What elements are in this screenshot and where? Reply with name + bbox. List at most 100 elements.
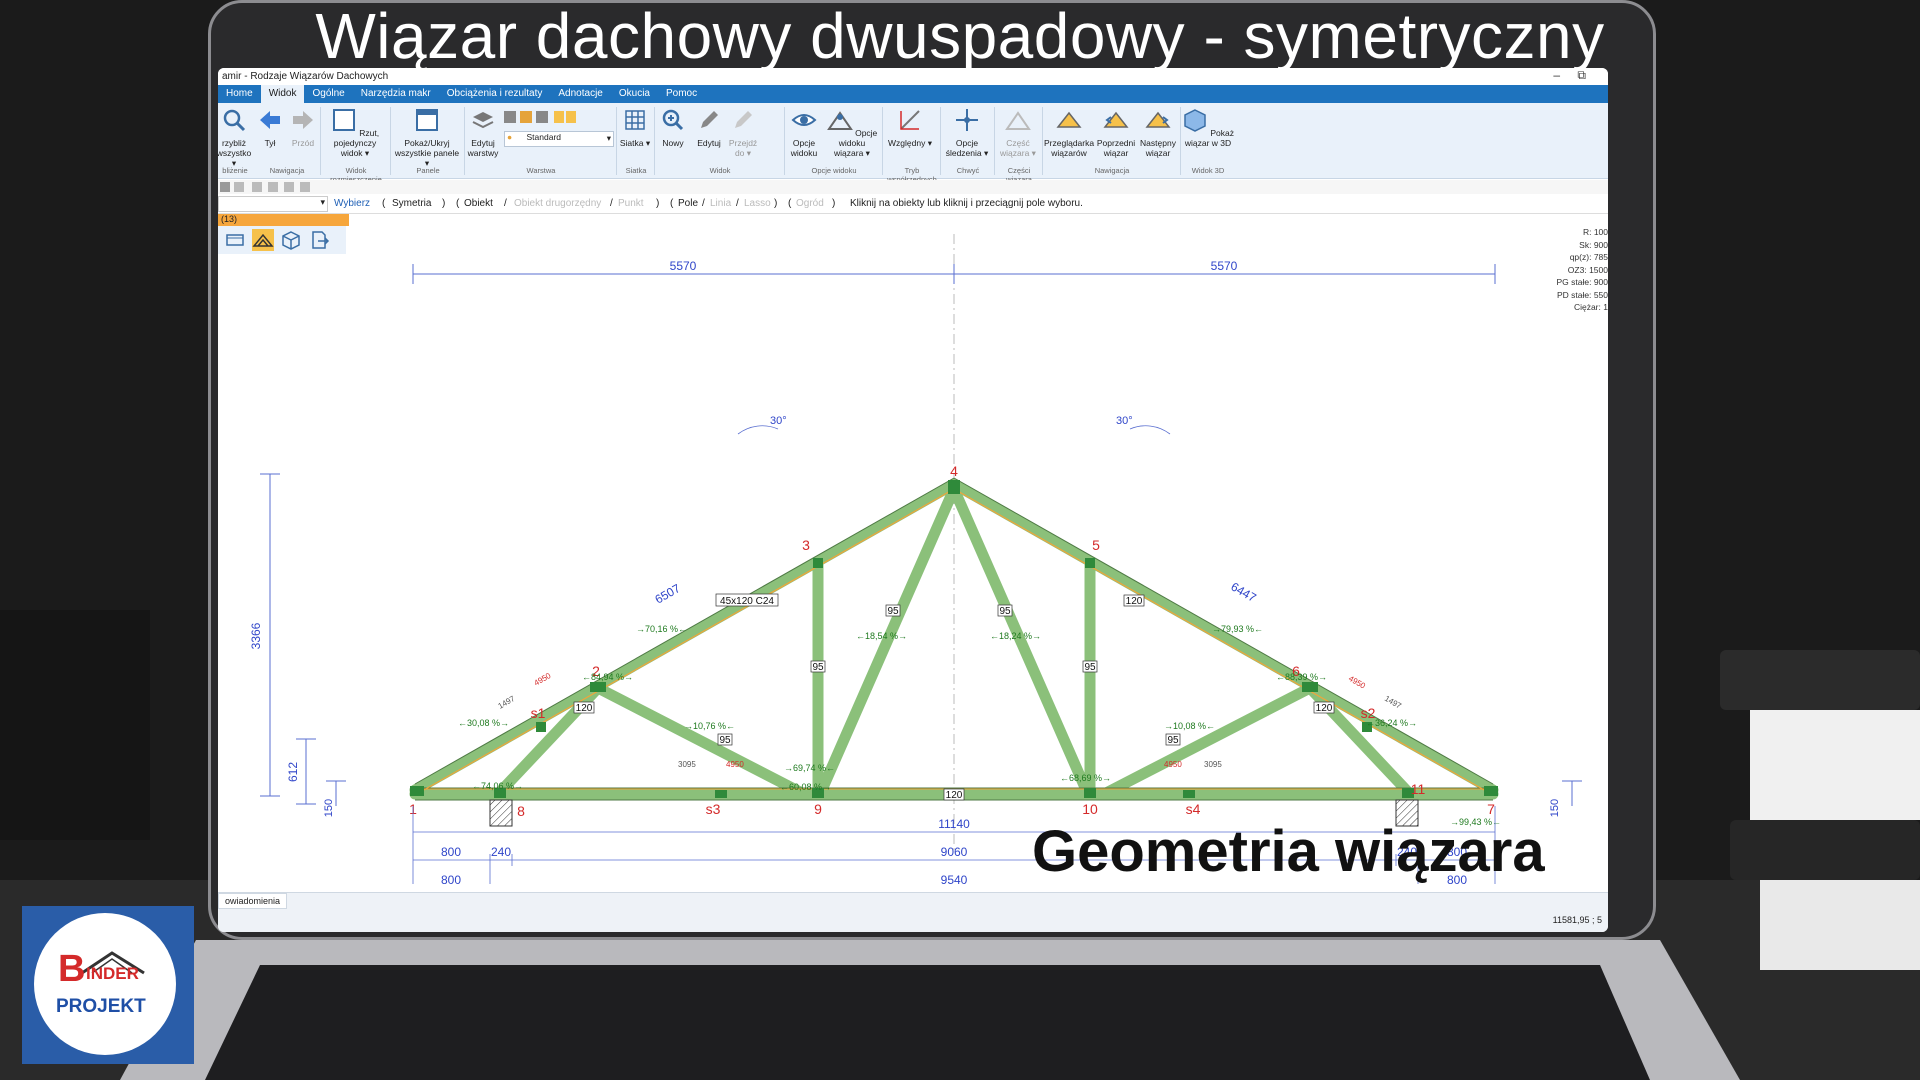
truss-view-options-button[interactable]: Opcje widoku wiązara ▾ [824,107,880,158]
ribbon-separator [464,107,465,175]
zoom-all-button[interactable]: rzybliż wszystko ▾ [218,107,252,168]
command-combo[interactable]: ▾ [218,196,328,212]
logo-text-inder: INDER [86,964,139,983]
tab-ogolne[interactable]: Ogólne [304,85,352,103]
view-options-button[interactable]: Opcje widoku [786,107,822,158]
tab-obciazenia[interactable]: Obciążenia i rezultaty [439,85,551,103]
notifications-tab[interactable]: owiadomienia [218,893,288,909]
pencil-icon [701,111,718,128]
new-view-label: Nowy [662,138,684,148]
bottom-dim: 800 [441,873,461,884]
cmd-field[interactable]: Pole [678,198,698,209]
layers-icon [472,112,494,129]
binder-projekt-logo: B INDER PROJEKT [22,906,194,1064]
eye-icon [791,114,817,126]
back-button[interactable]: Tył [256,107,284,148]
utilization-label: ←74,06 %→ [472,781,523,791]
truss-part-label: Część wiązara ▾ [1000,138,1036,158]
new-view-button[interactable]: Nowy [656,107,690,148]
cmd-lasso[interactable]: Lasso [744,198,771,209]
utilization-label: →79,93 %← [1212,624,1263,634]
layer-tools [504,109,580,127]
app-window: amir - Rodzaje Wiązarów Dachowych – ⧉ Ho… [218,68,1608,932]
dim-height-right-150: 150 [1549,799,1561,817]
restore-button[interactable]: ⧉ [1577,68,1586,83]
node-labels: 1 2 3 4 5 6 7 8 9 10 s1 s2 s3 s4 11 [409,463,1495,819]
grid-button[interactable]: Siatka ▾ [618,107,652,148]
cmd-symmetry[interactable]: Symetria [392,198,431,209]
node-label: 10 [1082,801,1098,817]
drawing-canvas[interactable]: (13) R: 100 Sk: 900 qp(z): 785 OZ3: 1500… [218,214,1608,884]
web-left [592,682,806,798]
track-options-button[interactable]: Opcje śledzenia ▾ [942,107,992,158]
ribbon-separator [616,107,617,175]
single-view-button[interactable]: Rzut, pojedynczy widok ▾ [322,107,388,158]
relative-coords-label: Względny ▾ [888,138,932,148]
member-label: 120 [1316,703,1333,714]
node-label: 4 [950,463,958,479]
tab-home[interactable]: Home [218,85,261,103]
ribbon-separator [654,107,655,175]
rafter-length-right: 6447 [1229,579,1259,605]
prev-truss-button[interactable]: Poprzedni wiązar [1096,107,1136,158]
minimize-button[interactable]: – [1553,68,1560,82]
crosshair-icon [956,109,978,131]
member-label: 95 [1084,662,1096,673]
truss-part-button[interactable]: Część wiązara ▾ [996,107,1040,158]
next-truss-icon [1145,111,1171,128]
panels-icon [416,109,438,131]
cmd-lines[interactable]: Linia [710,198,731,209]
bottom-dim: 9060 [941,845,968,859]
truss-browser-button[interactable]: Przeglądarka wiązarów [1044,107,1094,158]
cmd-paren: ) [774,198,778,209]
relative-coords-icon [900,110,920,130]
roof-icon [81,951,145,975]
small-dim: 1497 [497,694,517,711]
cmd-secondary-object[interactable]: Obiekt drugorzędny [514,198,601,209]
caption-title: Geometria wiązara [1032,819,1545,884]
utilization-label: ←18,54 %→ [856,631,907,641]
tab-narzedzia-makr[interactable]: Narzędzia makr [353,85,439,103]
show-hide-panels-button[interactable]: Pokaż/Ukryj wszystkie panele ▾ [392,107,462,168]
edit-view-label: Edytuj [697,138,721,148]
forward-button[interactable]: Przód [288,107,318,148]
bottom-dim: 240 [491,845,511,859]
cmd-fence[interactable]: Ogród [796,198,824,209]
ribbon-separator [940,107,941,175]
chevron-down-icon: ▾ [606,133,611,143]
group-label: Siatka [625,166,647,175]
cmd-point[interactable]: Punkt [618,198,644,209]
layer-select[interactable]: ● Standard ▾ [504,131,614,147]
arrow-left-icon [260,111,280,129]
window-title: amir - Rodzaje Wiązarów Dachowych [222,71,389,82]
group-label: Nawigacja [1094,166,1130,175]
rafter-length-left: 6507 [653,581,683,607]
show-3d-button[interactable]: Pokaż wiązar w 3D [1182,107,1234,148]
forward-label: Przód [291,138,315,148]
group-label: Widok [709,166,731,175]
bulb-icon: ● [507,132,513,142]
bottom-dim: 11140 [938,817,970,831]
utilization-label: ←68,69 %→ [1060,773,1111,783]
bottom-dim: 9540 [941,873,968,884]
next-truss-button[interactable]: Następny wiązar [1138,107,1178,158]
utilization-label: →10,08 %← [1164,721,1215,731]
cmd-select[interactable]: Wybierz [334,198,370,209]
tab-okucia[interactable]: Okucia [611,85,658,103]
small-dim: 4950 [1347,674,1367,691]
tab-adnotacje[interactable]: Adnotacje [550,85,610,103]
tab-pomoc[interactable]: Pomoc [658,85,705,103]
dim-height-heel: 612 [286,762,300,782]
edit-layers-button[interactable]: Edytuj warstwy [466,107,500,158]
member-label: 45x120 C24 [720,596,774,607]
logo-letter: B [58,948,86,990]
quick-access-icons [220,182,310,192]
tab-widok[interactable]: Widok [260,85,305,103]
main-title: Wiązar dachowy dwuspadowy - symetryczny [315,0,1605,72]
layer-select-value: Standard [526,132,562,142]
goto-button[interactable]: Przejdź do ▾ [728,107,758,158]
cmd-object[interactable]: Obiekt [464,198,493,209]
relative-coords-button[interactable]: Względny ▾ [884,107,936,148]
cursor-coordinates: 11581,95 ; 5 [1552,915,1602,925]
edit-view-button[interactable]: Edytuj [692,107,726,148]
